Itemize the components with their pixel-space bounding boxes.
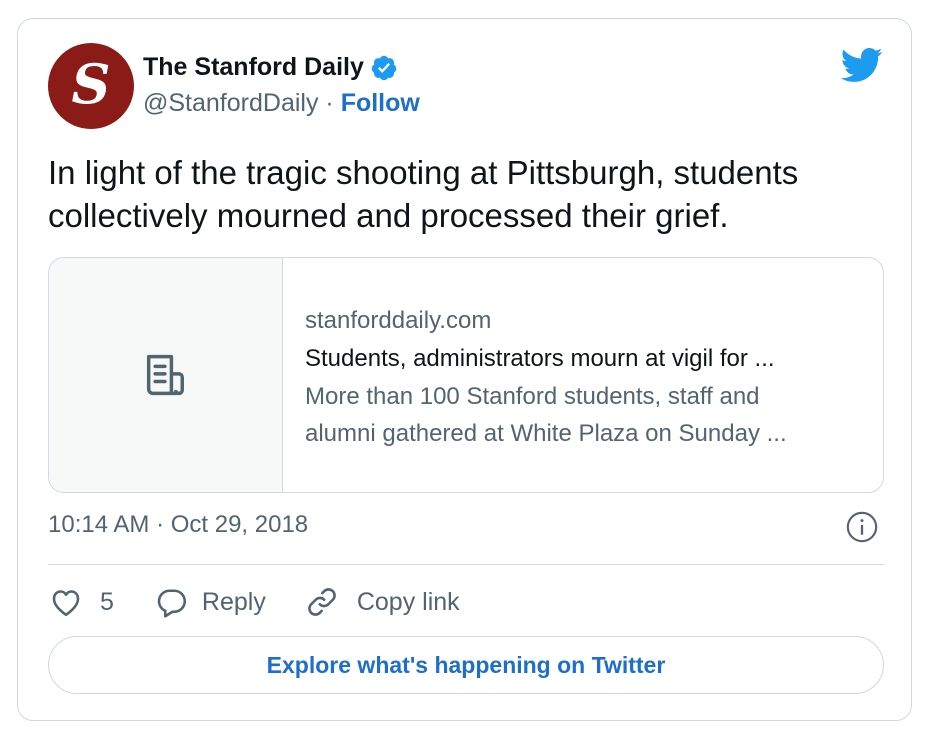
like-button[interactable]: 5 xyxy=(48,584,114,620)
reply-button[interactable]: Reply xyxy=(154,584,266,620)
document-icon xyxy=(146,354,184,396)
link-description-line: alumni gathered at White Plaza on Sunday… xyxy=(305,420,787,447)
tweet-timestamp[interactable]: 10:14 AM · Oct 29, 2018 xyxy=(48,511,308,539)
heart-icon xyxy=(52,590,80,617)
like-count: 5 xyxy=(100,587,114,616)
follow-button[interactable]: Follow xyxy=(341,89,420,117)
link-domain: stanforddaily.com xyxy=(305,307,492,334)
verified-badge-icon xyxy=(371,55,397,80)
copy-link-label: Copy link xyxy=(356,587,460,616)
avatar[interactable]: S xyxy=(48,43,134,129)
link-preview-card[interactable]: stanforddaily.com Students, administrato… xyxy=(48,257,884,493)
explore-twitter-button[interactable]: Explore what's happening on Twitter xyxy=(48,636,884,694)
link-description: More than 100 Stanford students, staff a… xyxy=(305,378,865,452)
tweet-text: In light of the tragic shooting at Pitts… xyxy=(48,154,799,234)
reply-bubble-icon xyxy=(157,589,186,618)
author-name[interactable]: The Stanford Daily xyxy=(143,53,364,82)
reply-label: Reply xyxy=(201,587,266,616)
twitter-bird-icon[interactable] xyxy=(839,43,883,87)
action-bar: 5 Reply Copy link xyxy=(48,582,460,622)
author-name-row[interactable]: The Stanford Daily xyxy=(143,53,398,82)
link-icon xyxy=(308,588,336,616)
tweet-card: S The Stanford Daily @StanfordDaily · Fo… xyxy=(17,18,912,721)
avatar-logo: S xyxy=(71,52,111,116)
handle-row: @StanfordDaily · Follow xyxy=(143,89,420,118)
link-thumbnail xyxy=(49,258,283,492)
link-description-line: More than 100 Stanford students, staff a… xyxy=(305,383,760,410)
link-info: stanforddaily.com Students, administrato… xyxy=(305,302,865,452)
author-handle[interactable]: @StanfordDaily xyxy=(143,89,318,117)
info-icon[interactable] xyxy=(845,510,879,544)
divider xyxy=(48,564,884,565)
separator: · xyxy=(325,89,334,117)
copy-link-button[interactable]: Copy link xyxy=(304,584,460,620)
link-title: Students, administrators mourn at vigil … xyxy=(305,345,775,372)
